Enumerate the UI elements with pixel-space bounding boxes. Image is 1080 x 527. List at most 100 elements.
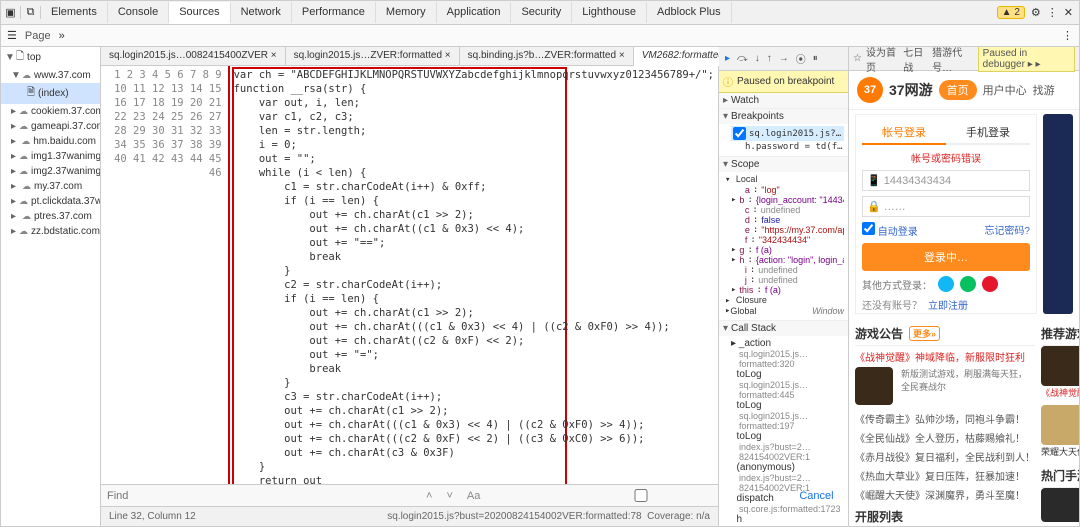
announce-item[interactable]: 《崛醒大天使》深渊魔界，勇斗至魔！: [855, 485, 1035, 504]
scope-var[interactable]: ▸ b: {login_account: "14434343…: [731, 195, 844, 205]
callstack-frame[interactable]: toLog: [731, 400, 844, 411]
scope-var[interactable]: d: false: [731, 215, 844, 225]
bookmark-link[interactable]: 设为首页: [866, 47, 899, 74]
tree-domain[interactable]: ▸☁img1.37wanimg.com: [1, 149, 100, 164]
callstack-section[interactable]: ▾Call Stack: [719, 321, 848, 336]
callstack-frame[interactable]: toLog: [731, 431, 844, 442]
resume-button[interactable]: ▸: [723, 52, 732, 65]
announce-item[interactable]: 《传奇霸主》弘帅沙场，同袍斗争霸！: [855, 409, 1035, 428]
bookmark-link[interactable]: 七日战: [903, 47, 928, 74]
devtools-tab-memory[interactable]: Memory: [376, 2, 437, 23]
auto-login-checkbox[interactable]: 自动登录: [862, 222, 918, 238]
breakpoints-section[interactable]: ▾Breakpoints: [719, 109, 848, 124]
phone-input[interactable]: 📱 14434343434: [862, 170, 1030, 191]
promo-banner[interactable]: [1043, 114, 1073, 314]
hot-thumb[interactable]: [1041, 488, 1079, 522]
announce-item[interactable]: 《全民仙战》全人登历，枯藤赐飨礼！: [855, 428, 1035, 447]
rec-thumb[interactable]: [1041, 346, 1079, 386]
callstack-frame[interactable]: toLog: [731, 369, 844, 380]
tree-domain[interactable]: ▸☁gameapi.37.com: [1, 119, 100, 134]
nav-usercenter[interactable]: 用户中心: [983, 82, 1027, 98]
match-case[interactable]: Aa: [464, 490, 483, 502]
callstack-frame[interactable]: (anonymous): [731, 462, 844, 473]
announce-headline[interactable]: 《战神觉醒》神域降临，新服限时狂利: [855, 346, 1035, 367]
tree-domain[interactable]: ▸☁cookiem.37.com: [1, 104, 100, 119]
scope-var[interactable]: f: "342434434": [731, 235, 844, 245]
tree-domain[interactable]: ▸☁ptres.37.com: [1, 209, 100, 224]
bookmark-link[interactable]: 猎游代号…: [932, 47, 974, 74]
kebab-icon[interactable]: ⋮: [1047, 6, 1058, 19]
login-button[interactable]: 登录中…: [862, 243, 1030, 271]
rec-name[interactable]: 《战神觉醒》: [1041, 386, 1079, 399]
step-over-button[interactable]: ⤼: [735, 52, 750, 65]
scope-var[interactable]: i: undefined: [731, 265, 844, 275]
tree-domain[interactable]: ▼☁www.37.com: [1, 68, 100, 83]
scope-closure[interactable]: ▸ Closure: [725, 295, 844, 306]
breakpoint-entry[interactable]: sq.login2015.js?bust=2020082…: [731, 126, 844, 141]
scope-var[interactable]: j: undefined: [731, 275, 844, 285]
device-icon[interactable]: ⧉: [21, 6, 41, 19]
tree-file[interactable]: 🗎(index): [1, 83, 100, 104]
step-into-button[interactable]: ↓: [753, 52, 762, 65]
scope-var[interactable]: a: "log": [731, 185, 844, 195]
devtools-tab-adblock plus[interactable]: Adblock Plus: [647, 2, 732, 23]
announce-item[interactable]: 《热血大草业》复日压阵，狂暴加速！: [855, 466, 1035, 485]
devtools-tab-lighthouse[interactable]: Lighthouse: [572, 2, 647, 23]
callstack-frame[interactable]: ▸ _action: [731, 338, 844, 349]
scope-global[interactable]: ▸ GlobalWindow: [725, 306, 844, 316]
code-area[interactable]: var ch = "ABCDEFGHIJKLMNOPQRSTUVWXYZabcd…: [230, 66, 718, 484]
nav-findgame[interactable]: 找游: [1033, 82, 1055, 98]
prev-match-icon[interactable]: ˄: [423, 490, 435, 502]
scope-local-label[interactable]: ▾ Local: [725, 174, 844, 185]
announce-item[interactable]: 《赤月战役》复日福利，全民战利到人！: [855, 447, 1035, 466]
step-out-button[interactable]: ↑: [765, 52, 774, 65]
warning-badge[interactable]: ▲ 2: [997, 6, 1025, 19]
kebab-icon[interactable]: ⋮: [1062, 29, 1073, 42]
close-icon[interactable]: ✕: [1064, 6, 1073, 19]
devtools-tab-security[interactable]: Security: [511, 2, 572, 23]
file-tree[interactable]: ▼🗋top ▼☁www.37.com🗎(index)▸☁cookiem.37.c…: [1, 47, 101, 526]
callstack-frame[interactable]: dispatch: [731, 493, 844, 504]
next-match-icon[interactable]: ˅: [443, 490, 455, 502]
devtools-tab-sources[interactable]: Sources: [169, 2, 230, 24]
step-button[interactable]: →: [777, 52, 791, 65]
settings-icon[interactable]: ⚙: [1031, 6, 1041, 19]
editor-tab[interactable]: sq.binding.js?b…ZVER:formatted ×: [460, 47, 634, 65]
tree-domain[interactable]: ▸☁my.37.com: [1, 179, 100, 194]
devtools-tab-elements[interactable]: Elements: [41, 2, 108, 23]
brand-logo[interactable]: 37: [857, 77, 883, 103]
password-input[interactable]: 🔒 ……: [862, 196, 1030, 217]
pause-exceptions-button[interactable]: ⏸: [811, 52, 820, 65]
scope-var[interactable]: c: undefined: [731, 205, 844, 215]
rec-thumb[interactable]: [1041, 405, 1079, 445]
deactivate-bp-button[interactable]: ⦿: [794, 50, 808, 67]
scope-var[interactable]: e: "https://my.37.com/api/lo…: [731, 225, 844, 235]
scope-var[interactable]: ▸ h: {action: "login", login_a…: [731, 255, 844, 265]
nav-home[interactable]: 首页: [939, 80, 977, 100]
watch-section[interactable]: ▸Watch: [719, 93, 848, 108]
bookmark-icon[interactable]: ☆: [853, 53, 862, 64]
wechat-login-icon[interactable]: [960, 276, 976, 292]
tree-domain[interactable]: ▸☁pt.clickdata.37wan.com: [1, 194, 100, 209]
tree-domain[interactable]: ▸☁hm.baidu.com: [1, 134, 100, 149]
weibo-login-icon[interactable]: [982, 276, 998, 292]
editor-tab[interactable]: sq.login2015.js…0082415400ZVER ×: [101, 47, 286, 65]
tab-account-login[interactable]: 帐号登录: [862, 121, 946, 145]
tree-domain[interactable]: ▸☁img2.37wanimg.com: [1, 164, 100, 179]
forgot-password-link[interactable]: 忘记密码?: [984, 222, 1030, 238]
devtools-tab-application[interactable]: Application: [437, 2, 512, 23]
more-panes-icon[interactable]: »: [59, 30, 65, 42]
tree-top[interactable]: ▼🗋top: [1, 47, 100, 68]
scope-var[interactable]: ▸ g: f (a): [731, 245, 844, 255]
register-link[interactable]: 立即注册: [928, 297, 968, 312]
scope-section[interactable]: ▾Scope: [719, 157, 848, 172]
editor-tab[interactable]: sq.login2015.js…ZVER:formatted ×: [286, 47, 460, 65]
callstack-frame[interactable]: h: [731, 514, 844, 525]
rec-name[interactable]: 荣耀大天使: [1041, 445, 1079, 458]
inspect-icon[interactable]: ▣: [1, 6, 21, 19]
scope-var[interactable]: ▸ this: f (a): [731, 285, 844, 295]
devtools-tab-console[interactable]: Console: [108, 2, 169, 23]
devtools-tab-network[interactable]: Network: [231, 2, 292, 23]
tab-sms-login[interactable]: 手机登录: [946, 121, 1030, 145]
devtools-tab-performance[interactable]: Performance: [292, 2, 376, 23]
